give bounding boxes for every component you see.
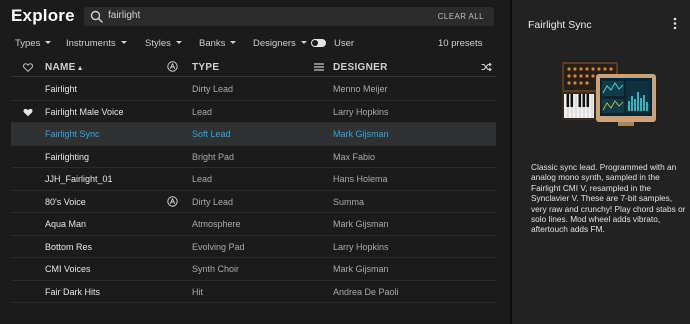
filter-types[interactable]: Types bbox=[15, 38, 52, 49]
column-name[interactable]: NAME▲ bbox=[45, 62, 84, 73]
preset-name: Fairlight bbox=[45, 84, 78, 94]
preset-designer: Larry Hopkins bbox=[333, 241, 389, 252]
preset-designer: Mark Gijsman bbox=[333, 219, 389, 229]
preset-type: Dirty Lead bbox=[192, 84, 234, 94]
preset-type: Atmosphere bbox=[192, 219, 241, 229]
preset-designer: Hans Holema bbox=[333, 174, 388, 184]
preset-name: Aqua Man bbox=[45, 219, 87, 229]
preset-type: Soft Lead bbox=[192, 129, 231, 139]
heart-outline-icon[interactable] bbox=[23, 63, 33, 72]
column-name-label: NAME bbox=[45, 62, 76, 73]
table-row[interactable]: Fair Dark Hits Hit Andrea De Paoli bbox=[11, 281, 496, 303]
arturia-logo-icon[interactable] bbox=[167, 61, 178, 72]
arturia-factory-icon bbox=[167, 195, 178, 207]
caret-down-icon bbox=[300, 40, 307, 44]
caret-down-icon bbox=[230, 40, 237, 44]
caret-down-icon bbox=[120, 40, 127, 44]
preset-type: Bright Pad bbox=[192, 151, 235, 162]
column-designer[interactable]: DESIGNER bbox=[333, 62, 388, 73]
search-input[interactable]: fairlight bbox=[108, 10, 140, 21]
preset-type: Evolving Pad bbox=[192, 241, 245, 252]
preset-type: Hit bbox=[192, 286, 203, 297]
preset-browser: Explore fairlight CLEAR ALL Types Instru… bbox=[0, 0, 510, 324]
preset-designer: Andrea De Paoli bbox=[333, 286, 399, 297]
preset-name: Fairlighting bbox=[45, 151, 90, 162]
preset-name: 80's Voice bbox=[45, 196, 86, 207]
filter-styles[interactable]: Styles bbox=[145, 38, 182, 49]
preset-name: CMI Voices bbox=[45, 264, 91, 274]
table-row[interactable]: Fairlight Male Voice Lead Larry Hopkins bbox=[11, 101, 496, 123]
preset-name: Bottom Res bbox=[45, 241, 93, 252]
preset-type: Dirty Lead bbox=[192, 196, 234, 207]
filter-label: Designers bbox=[253, 38, 296, 49]
preset-type: Lead bbox=[192, 174, 213, 184]
preset-info-panel: Fairlight Sync Classic sync lead. Progra… bbox=[512, 0, 690, 324]
preset-designer: Mark Gijsman bbox=[333, 129, 389, 139]
table-row[interactable]: CMI Voices Synth Choir Mark Gijsman bbox=[11, 258, 496, 281]
filter-label: Instruments bbox=[66, 38, 116, 49]
filter-label: Styles bbox=[145, 38, 171, 49]
table-row[interactable]: 80's Voice Dirty Lead Summa bbox=[11, 191, 496, 213]
caret-down-icon bbox=[175, 40, 182, 44]
preset-name: Fairlight Male Voice bbox=[45, 106, 124, 117]
preset-designer: Max Fabio bbox=[333, 151, 376, 162]
filter-banks[interactable]: Banks bbox=[199, 38, 237, 49]
table-row[interactable]: Fairlighting Bright Pad Max Fabio bbox=[11, 146, 496, 168]
table-header: NAME▲ TYPE DESIGNER bbox=[11, 57, 496, 77]
shuffle-icon[interactable] bbox=[481, 62, 492, 72]
filter-label: Types bbox=[15, 38, 41, 49]
search-icon bbox=[90, 10, 103, 23]
preset-type: Synth Choir bbox=[192, 264, 240, 274]
table-row[interactable]: Fairlight Sync Soft Lead Mark Gijsman bbox=[11, 123, 496, 146]
preset-designer: Menno Meijer bbox=[333, 84, 388, 94]
list-menu-icon[interactable] bbox=[314, 63, 324, 71]
search-bar[interactable]: fairlight CLEAR ALL bbox=[84, 7, 494, 26]
table-row[interactable]: Fairlight Dirty Lead Menno Meijer bbox=[11, 78, 496, 101]
preset-name: Fair Dark Hits bbox=[45, 286, 101, 297]
column-type[interactable]: TYPE bbox=[192, 62, 219, 73]
page-title: Explore bbox=[11, 6, 75, 25]
preset-name: JJH_Fairlight_01 bbox=[45, 174, 113, 184]
more-options-icon[interactable] bbox=[673, 17, 677, 30]
clear-all-button[interactable]: CLEAR ALL bbox=[438, 12, 484, 21]
instrument-image bbox=[562, 62, 656, 126]
table-row[interactable]: Aqua Man Atmosphere Mark Gijsman bbox=[11, 213, 496, 236]
preset-designer: Larry Hopkins bbox=[333, 106, 389, 117]
user-toggle[interactable] bbox=[311, 39, 326, 47]
heart-filled-icon[interactable] bbox=[23, 108, 33, 117]
sort-ascending-icon: ▲ bbox=[76, 65, 84, 72]
table-row[interactable]: Bottom Res Evolving Pad Larry Hopkins bbox=[11, 236, 496, 258]
user-toggle-label: User bbox=[334, 38, 355, 49]
caret-down-icon bbox=[45, 40, 52, 44]
filter-label: Banks bbox=[199, 38, 226, 49]
preset-designer: Summa bbox=[333, 196, 365, 207]
preset-list: Fairlight Dirty Lead Menno Meijer Fairlight… bbox=[11, 78, 496, 303]
preset-type: Lead bbox=[192, 106, 213, 117]
preset-count: 10 presets bbox=[438, 38, 483, 49]
filter-designers[interactable]: Designers bbox=[253, 38, 307, 49]
preset-name: Fairlight Sync bbox=[45, 129, 100, 139]
preset-title: Fairlight Sync bbox=[528, 19, 592, 31]
preset-designer: Mark Gijsman bbox=[333, 264, 389, 274]
filter-instruments[interactable]: Instruments bbox=[66, 38, 127, 49]
table-row[interactable]: JJH_Fairlight_01 Lead Hans Holema bbox=[11, 168, 496, 191]
preset-description: Classic sync lead. Programmed with an an… bbox=[531, 162, 686, 235]
